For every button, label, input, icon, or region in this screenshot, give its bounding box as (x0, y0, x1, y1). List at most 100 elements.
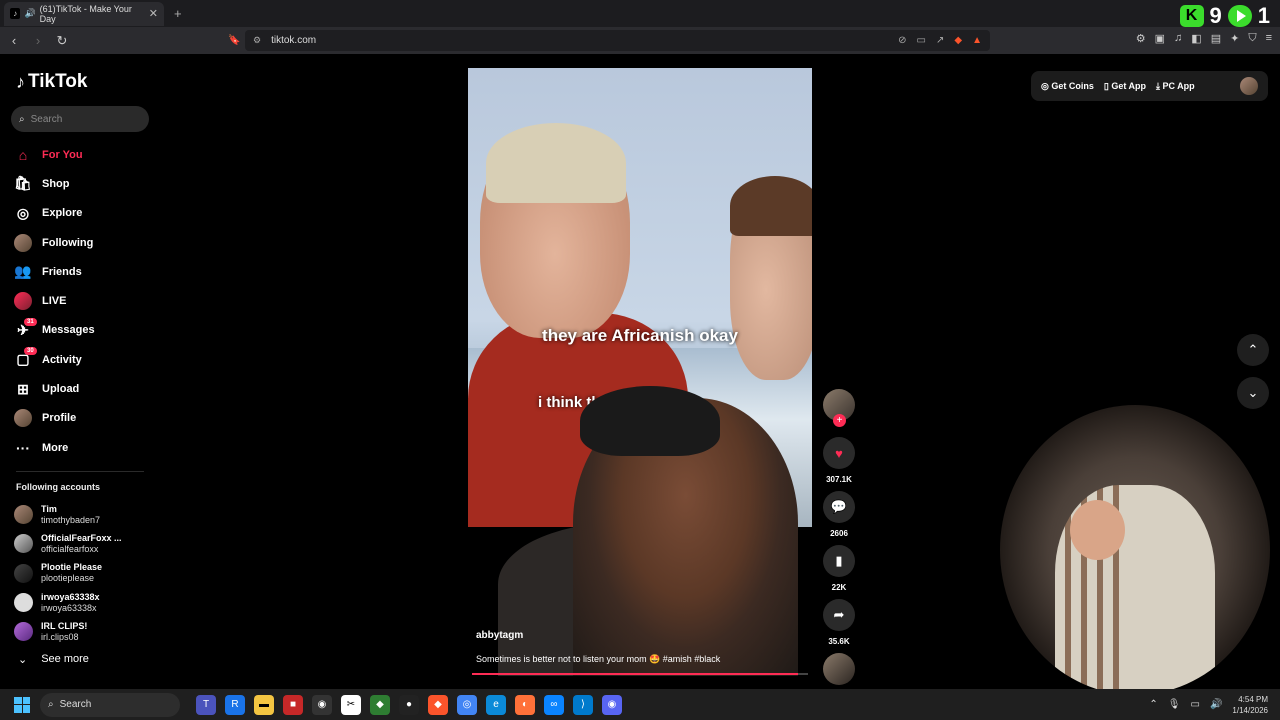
clock[interactable]: 4:54 PM 1/14/2026 (1232, 694, 1268, 716)
get-app-button[interactable]: ▯ Get App (1104, 81, 1146, 92)
microphone-icon[interactable]: 🎙 (1168, 699, 1181, 710)
sidebar-item-more[interactable]: ··· More (14, 433, 154, 462)
search-input[interactable]: ⌕ Search (11, 106, 149, 132)
account-handle: irl.clips08 (41, 631, 79, 642)
app-red-icon[interactable]: ■ (283, 694, 303, 715)
new-tab-button[interactable]: + (174, 6, 182, 21)
app-icon[interactable]: R (225, 694, 245, 715)
sidebar-item-for-you[interactable]: ⌂ For You (14, 140, 154, 169)
sidebar-item-label: Upload (42, 383, 80, 396)
site-info-icon[interactable]: ⚙ (253, 35, 261, 46)
obs-icon[interactable]: ◉ (312, 694, 332, 715)
bookmark-icon[interactable]: 🔖 (228, 35, 240, 46)
like-button[interactable]: ♥ 307.1K (823, 437, 855, 484)
sidebar-item-profile[interactable]: Profile (14, 404, 154, 433)
pc-app-button[interactable]: ⤓ PC App (1156, 81, 1195, 92)
account-handle: irwoya63338x (41, 602, 97, 613)
save-button[interactable]: ▮ 22K (823, 545, 855, 592)
cast-off-icon[interactable]: ⊘ (898, 35, 906, 46)
file-explorer-icon[interactable]: ▬ (254, 694, 274, 715)
windows-start-icon[interactable] (14, 696, 30, 713)
comment-button[interactable]: 💬 2606 (823, 491, 855, 538)
browser-tab-bar: ♪ 🔊 (61)TikTok - Make Your Day ✕ + K 9 1 (0, 0, 1280, 28)
url-text[interactable]: tiktok.com (271, 35, 316, 46)
account-name: Tim (41, 503, 57, 514)
following-avatar-icon (14, 233, 32, 252)
screen-icon[interactable]: ▭ (917, 35, 926, 46)
search-icon: ⌕ (19, 113, 25, 125)
chevron-up-icon[interactable]: ⌃ (1149, 699, 1157, 710)
sidebar-item-label: Friends (42, 265, 82, 278)
obs-studio-icon[interactable]: ● (399, 694, 419, 715)
list-item[interactable]: OfficialFearFoxx ... officialfearfoxx (14, 529, 122, 558)
previous-video-button[interactable]: ⌃ (1237, 334, 1269, 366)
media-icon[interactable]: ♫ (1174, 32, 1182, 45)
sidebar-item-explore[interactable]: ◎ Explore (14, 199, 154, 228)
video-progress-bar[interactable] (472, 673, 808, 675)
sidebar-icon[interactable]: ◧ (1191, 32, 1201, 45)
sidebar-item-friends[interactable]: 👥 Friends (14, 257, 154, 286)
taskbar-search[interactable]: ⌕ Search (40, 692, 180, 717)
follow-plus-icon[interactable]: + (833, 414, 846, 427)
music-disc-icon[interactable] (823, 653, 855, 685)
creator-avatar[interactable]: + (823, 389, 855, 427)
address-bar[interactable]: 🔖 ⚙ tiktok.com ⊘ ▭ ↗ ◆ ▲ (228, 30, 990, 51)
video-player[interactable]: they are Africanish okay i think th esom… (468, 68, 812, 676)
sidebar-item-activity[interactable]: ▢ 30 Activity (14, 345, 154, 374)
sidebar-item-upload[interactable]: ⊞ Upload (14, 374, 154, 403)
brave-shield-icon[interactable]: ◆ (954, 35, 962, 46)
chrome-icon[interactable]: ◎ (457, 694, 477, 715)
app-infinity-icon[interactable]: ∞ (544, 694, 564, 715)
share-button[interactable]: ➦ 35.6K (823, 599, 855, 646)
menu-icon[interactable]: ≡ (1266, 32, 1272, 45)
like-count: 307.1K (826, 475, 852, 484)
close-tab-icon[interactable]: ✕ (149, 7, 158, 20)
teams-icon[interactable]: T (196, 694, 216, 715)
tab-title: (61)TikTok - Make Your Day (39, 3, 132, 24)
get-coins-button[interactable]: ◎ Get Coins (1041, 81, 1094, 92)
tiktok-logo[interactable]: ♪ TikTok (16, 71, 87, 93)
messages-badge: 31 (24, 317, 37, 326)
edge-icon[interactable]: e (486, 694, 506, 715)
sidebar-item-label: Profile (42, 412, 77, 425)
firefox-icon[interactable]: ◐ (515, 694, 535, 715)
brave-rewards-icon[interactable]: ▲ (972, 35, 982, 46)
screenshot-icon[interactable]: ▣ (1155, 32, 1165, 45)
list-item[interactable]: Tim timothybaden7 (14, 500, 122, 529)
capcut-icon[interactable]: ✂ (341, 694, 361, 715)
tiktok-favicon-icon: ♪ (10, 8, 21, 19)
volume-icon[interactable]: 🔊 (1210, 699, 1222, 710)
sidebar-item-live[interactable]: LIVE (14, 286, 154, 315)
sidebar-item-shop[interactable]: 🛍 Shop (14, 169, 154, 198)
chevron-down-icon: ⌄ (18, 654, 28, 666)
leo-icon[interactable]: ✦ (1230, 32, 1239, 45)
live-icon (14, 292, 32, 311)
wallet-icon[interactable]: ▤ (1211, 32, 1221, 45)
list-item[interactable]: IRL CLIPS! irl.clips08 (14, 617, 122, 646)
discord-icon[interactable]: ◉ (602, 694, 622, 715)
sidebar-item-following[interactable]: Following (14, 228, 154, 257)
share-icon[interactable]: ↗ (936, 35, 944, 46)
reload-icon[interactable]: ↻ (52, 33, 72, 49)
vpn-icon[interactable]: ⛉ (1248, 32, 1256, 45)
next-video-button[interactable]: ⌄ (1237, 377, 1269, 409)
back-icon[interactable]: ‹ (4, 33, 24, 48)
user-avatar[interactable] (1240, 77, 1258, 95)
extensions-icon[interactable]: ⚙ (1136, 32, 1146, 45)
sidebar-item-messages[interactable]: ✈ 31 Messages (14, 316, 154, 345)
get-app-label: Get App (1111, 80, 1146, 91)
video-caption-1: they are Africanish okay (542, 326, 738, 345)
list-item[interactable]: Plootie Please plootieplease (14, 559, 122, 588)
brave-icon[interactable]: ◆ (428, 694, 448, 715)
girl-bonnet (486, 123, 626, 203)
browser-tab[interactable]: ♪ 🔊 (61)TikTok - Make Your Day ✕ (4, 1, 164, 26)
heart-icon: ♥ (823, 437, 855, 469)
forward-icon[interactable]: › (28, 33, 48, 48)
network-icon[interactable]: ▭ (1191, 699, 1200, 710)
video-username[interactable]: abbytagm (476, 630, 523, 641)
list-item[interactable]: irwoya63338x irwoya63338x (14, 588, 122, 617)
search-icon: ⌕ (48, 699, 54, 710)
see-more-button[interactable]: ⌄ See more (18, 653, 89, 666)
vscode-icon[interactable]: ⟩ (573, 694, 593, 715)
app-green-icon[interactable]: ◆ (370, 694, 390, 715)
